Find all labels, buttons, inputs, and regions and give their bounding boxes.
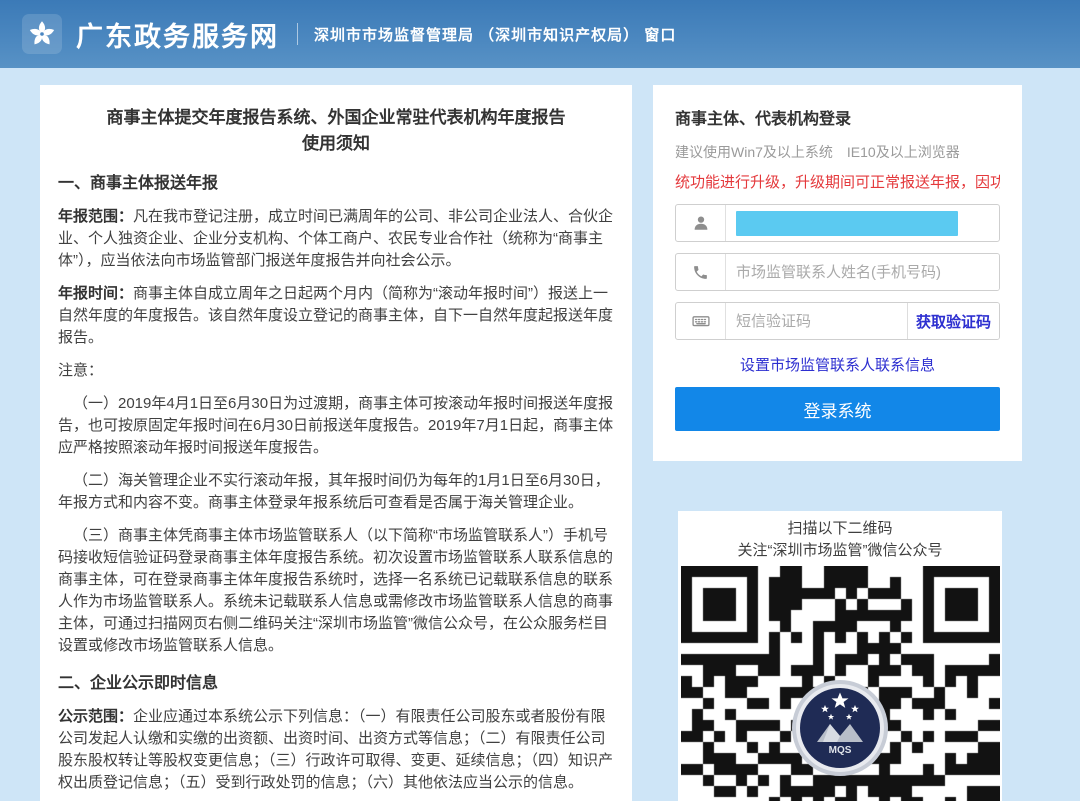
browser-hint: 建议使用Win7及以上系统 IE10及以上浏览器 bbox=[675, 142, 1000, 162]
phone-icon bbox=[676, 254, 726, 290]
site-header: 广东政务服务网 深圳市市场监督管理局 （深圳市知识产权局） 窗口 bbox=[0, 0, 1080, 68]
get-code-button[interactable]: 获取验证码 bbox=[907, 303, 999, 339]
upgrade-alert-marquee: 统功能进行升级，升级期间可正常报送年报，因功 bbox=[675, 171, 1000, 192]
paragraph-report-scope: 年报范围：凡在我市登记注册，成立时间已满周年的公司、非公司企业法人、合伙企业、个… bbox=[58, 206, 614, 272]
note-item-2: （二）海关管理企业不实行滚动年报，其年报时间仍为每年的1月1日至6月30日，年报… bbox=[58, 470, 614, 514]
note-item-3: （三）商事主体凭商事主体市场监管联系人（以下简称“市场监管联系人”）手机号码接收… bbox=[58, 525, 614, 657]
notice-title-line2: 使用须知 bbox=[302, 134, 370, 153]
mqs-badge-text: MQS bbox=[829, 745, 852, 756]
header-divider bbox=[297, 23, 298, 45]
qr-card: 扫描以下二维码 关注“深圳市场监管”微信公众号 bbox=[678, 511, 1002, 801]
paragraph-text: 商事主体自成立周年之日起两个月内（简称为“滚动年报时间”）报送上一自然年度的年度… bbox=[58, 285, 613, 346]
notice-title-line1: 商事主体提交年度报告系统、外国企业常驻代表机构年度报告 bbox=[107, 108, 566, 127]
contact-field bbox=[675, 253, 1000, 291]
set-contact-link-row: 设置市场监管联系人联系信息 bbox=[675, 354, 1000, 375]
qr-caption-line1: 扫描以下二维码 bbox=[678, 518, 1002, 540]
note-label: 注意： bbox=[58, 360, 614, 382]
paragraph-publicity-scope: 公示范围：企业应通过本系统公示下列信息：（一）有限责任公司股东或者股份有限公司发… bbox=[58, 706, 614, 794]
account-field bbox=[675, 204, 1000, 242]
qr-code-container: MQS bbox=[681, 566, 1000, 801]
login-card: 商事主体、代表机构登录 建议使用Win7及以上系统 IE10及以上浏览器 统功能… bbox=[653, 85, 1022, 461]
site-title: 广东政务服务网 bbox=[76, 15, 279, 54]
paragraph-text: 企业应通过本系统公示下列信息：（一）有限责任公司股东或者股份有限公司发起人认缴和… bbox=[58, 708, 613, 791]
text-selection-highlight bbox=[736, 211, 958, 236]
contact-input[interactable] bbox=[726, 254, 999, 290]
account-input[interactable] bbox=[726, 205, 999, 241]
login-title: 商事主体、代表机构登录 bbox=[675, 105, 1000, 129]
set-contact-link[interactable]: 设置市场监管联系人联系信息 bbox=[740, 357, 935, 374]
notice-title: 商事主体提交年度报告系统、外国企业常驻代表机构年度报告 使用须知 bbox=[58, 105, 614, 157]
user-icon bbox=[676, 205, 726, 241]
login-button[interactable]: 登录系统 bbox=[675, 387, 1000, 431]
notice-card: 商事主体提交年度报告系统、外国企业常驻代表机构年度报告 使用须知 一、商事主体报… bbox=[40, 85, 632, 801]
sms-code-field: 获取验证码 bbox=[675, 302, 1000, 340]
paragraph-label: 年报范围： bbox=[58, 208, 133, 225]
section2-heading: 二、企业公示即时信息 bbox=[58, 673, 614, 695]
section1-heading: 一、商事主体报送年报 bbox=[58, 173, 614, 195]
mqs-badge-icon: MQS bbox=[790, 678, 890, 778]
kapok-flower-icon bbox=[22, 14, 62, 54]
qr-caption-line2: 关注“深圳市场监管”微信公众号 bbox=[678, 540, 1002, 562]
paragraph-label: 公示范围： bbox=[58, 708, 133, 725]
keyboard-icon bbox=[676, 303, 726, 339]
paragraph-label: 年报时间： bbox=[58, 285, 133, 302]
sms-code-input[interactable] bbox=[726, 303, 907, 339]
paragraph-text: 凡在我市登记注册，成立时间已满周年的公司、非公司企业法人、合伙企业、个人独资企业… bbox=[58, 208, 613, 269]
paragraph-report-time: 年报时间：商事主体自成立周年之日起两个月内（简称为“滚动年报时间”）报送上一自然… bbox=[58, 283, 614, 349]
header-window-label: 深圳市市场监督管理局 （深圳市知识产权局） 窗口 bbox=[314, 24, 676, 45]
note-item-1: （一）2019年4月1日至6月30日为过渡期，商事主体可按滚动年报时间报送年度报… bbox=[58, 393, 614, 459]
